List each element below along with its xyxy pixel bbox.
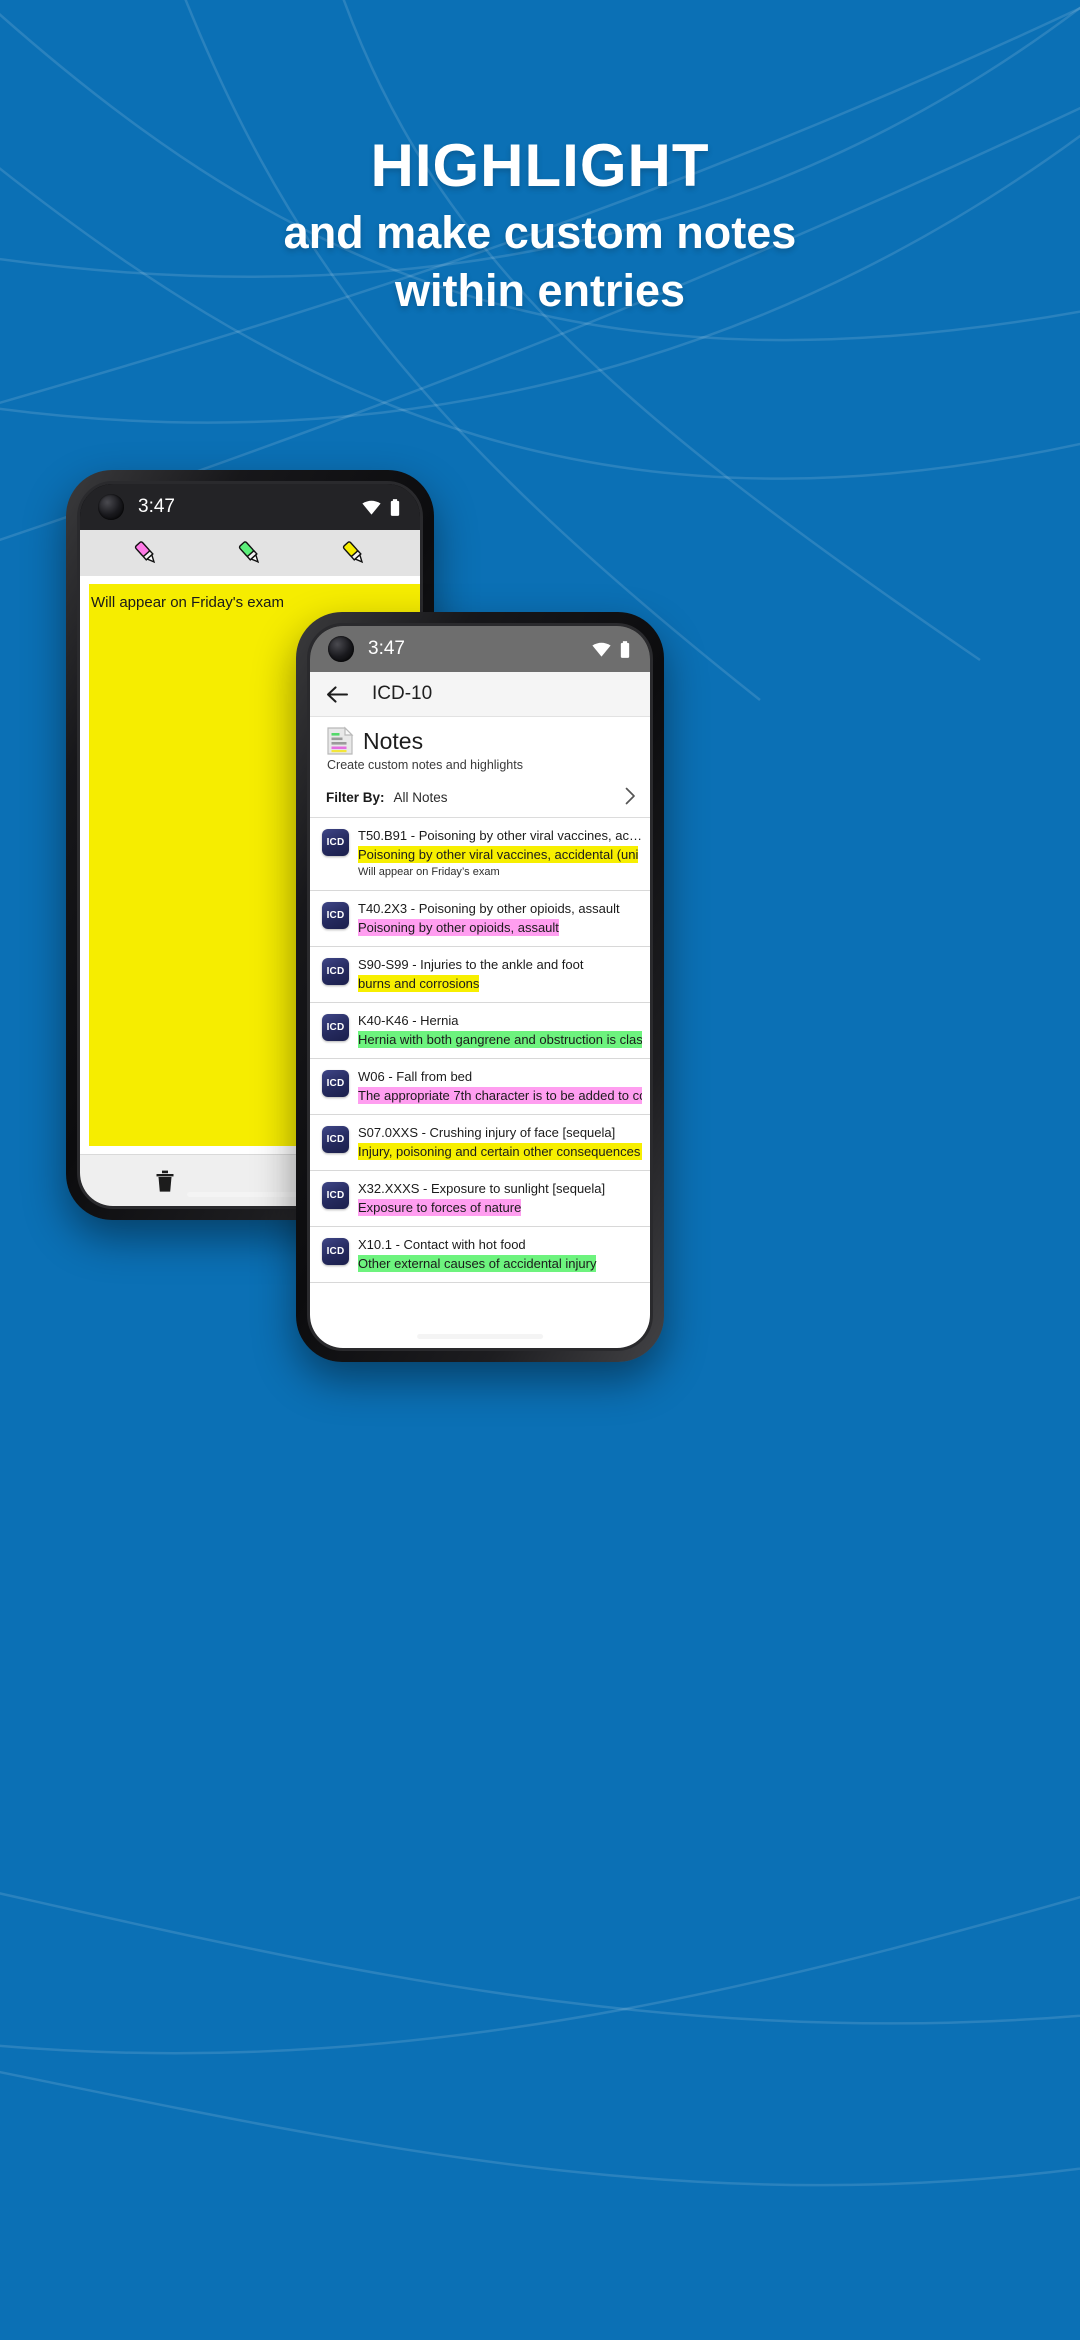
note-highlight-span: Poisoning by other opioids, assault (358, 919, 559, 936)
note-title: S07.0XXS - Crushing injury of face [sequ… (358, 1125, 616, 1140)
filter-label: Filter By: (326, 790, 385, 805)
note-list-item[interactable]: ICD X32.XXXS - Exposure to sunlight [sequ… (310, 1171, 650, 1227)
note-list-item[interactable]: ICD T50.B91 - Poisoning by other viral va… (310, 818, 650, 891)
battery-icon (390, 498, 400, 516)
note-highlight-span: Exposure to forces of nature (358, 1199, 522, 1216)
note-body: X32.XXXS - Exposure to sunlight [sequela… (358, 1180, 642, 1216)
phone-notes-list: 3:47 ICD-10 Notes Create custom notes an… (296, 612, 664, 1362)
highlighter-pink-icon[interactable] (131, 538, 161, 568)
status-bar-back: 3:47 (80, 484, 420, 530)
headline-line-1: HIGHLIGHT (370, 132, 710, 199)
note-highlight-span: Other external causes of accidental inju… (358, 1255, 597, 1272)
note-title: T50.B91 - Poisoning by other viral vacci… (358, 828, 642, 843)
note-highlight-span: Injury, poisoning and certain other cons… (358, 1143, 642, 1160)
note-highlight-text: Other external causes of accidental inju… (358, 1255, 642, 1272)
notes-list[interactable]: ICD T50.B91 - Poisoning by other viral va… (310, 818, 650, 1348)
nav-gesture-bar-front (417, 1334, 543, 1339)
note-highlight-span: burns and corrosions (358, 975, 480, 992)
note-highlight-span: Hernia with both gangrene and obstructio… (358, 1031, 642, 1048)
status-icons-back (362, 498, 400, 516)
note-title: X10.1 - Contact with hot food (358, 1237, 526, 1252)
note-list-item[interactable]: ICD K40-K46 - Hernia Hernia with both gang… (310, 1003, 650, 1059)
note-highlight-text: Poisoning by other viral vaccines, accid… (358, 846, 642, 863)
note-memo: Will appear on Friday’s exam (358, 866, 500, 878)
wifi-icon (362, 500, 381, 515)
note-body: K40-K46 - Hernia Hernia with both gangren… (358, 1012, 642, 1048)
note-body: W06 - Fall from bed The appropriate 7th c… (358, 1068, 642, 1104)
icd-badge-icon: ICD (322, 1126, 349, 1153)
status-clock-front: 3:47 (368, 638, 405, 659)
note-title: X32.XXXS - Exposure to sunlight [sequela… (358, 1181, 606, 1196)
note-list-item[interactable]: ICD T40.2X3 - Poisoning by other opioids,… (310, 891, 650, 947)
wifi-icon (592, 642, 611, 657)
front-camera-icon (328, 636, 354, 662)
note-body: X10.1 - Contact with hot food Other exter… (358, 1236, 642, 1272)
note-list-item[interactable]: ICD W06 - Fall from bed The appropriate 7t… (310, 1059, 650, 1115)
note-title: W06 - Fall from bed (358, 1069, 473, 1084)
phone-screen-front: 3:47 ICD-10 Notes Create custom notes an… (307, 623, 653, 1351)
notes-subtitle: Create custom notes and highlights (327, 758, 523, 772)
icd-badge-icon: ICD (322, 1182, 349, 1209)
headline-line-3: within entries (394, 265, 686, 316)
note-list-item[interactable]: ICD S90-S99 - Injuries to the ankle and f… (310, 947, 650, 1003)
nav-gesture-bar-back (187, 1192, 313, 1197)
note-highlight-text: Hernia with both gangrene and obstructio… (358, 1031, 642, 1048)
icd-badge-icon: ICD (322, 1238, 349, 1265)
filter-row[interactable]: Filter By: All Notes (310, 779, 650, 818)
note-highlight-text: Injury, poisoning and certain other cons… (358, 1143, 642, 1160)
note-body: S07.0XXS - Crushing injury of face [sequ… (358, 1124, 642, 1160)
battery-icon (620, 640, 630, 658)
back-arrow-icon[interactable] (324, 681, 350, 707)
icd-badge-icon: ICD (322, 958, 349, 985)
notes-title: Notes (363, 727, 424, 754)
note-body: S90-S99 - Injuries to the ankle and foot… (358, 956, 642, 992)
note-title: K40-K46 - Hernia (358, 1013, 459, 1028)
status-clock-back: 3:47 (138, 496, 175, 517)
headline-line-2: and make custom notes (283, 207, 797, 258)
trash-icon[interactable] (154, 1169, 176, 1193)
icd-badge-icon: ICD (322, 1014, 349, 1041)
icd-badge-icon: ICD (322, 902, 349, 929)
status-bar-front: 3:47 (310, 626, 650, 672)
note-title: S90-S99 - Injuries to the ankle and foot (358, 957, 584, 972)
app-bar: ICD-10 (310, 672, 650, 717)
note-body: T40.2X3 - Poisoning by other opioids, as… (358, 900, 642, 936)
note-highlight-span: Poisoning by other viral vaccines, accid… (358, 846, 639, 863)
highlighter-yellow-icon[interactable] (339, 538, 369, 568)
note-body: T50.B91 - Poisoning by other viral vacci… (358, 827, 642, 880)
note-highlight-text: Poisoning by other opioids, assault (358, 919, 642, 936)
highlighter-toolbar[interactable] (80, 530, 420, 576)
notes-document-icon (327, 726, 354, 755)
note-highlight-text: Exposure to forces of nature (358, 1199, 642, 1216)
note-list-item[interactable]: ICD X10.1 - Contact with hot food Other ex… (310, 1227, 650, 1283)
highlighter-green-icon[interactable] (235, 538, 265, 568)
front-camera-icon (98, 494, 124, 520)
note-highlight-text: The appropriate 7th character is to be a… (358, 1087, 642, 1104)
page-title: ICD-10 (372, 683, 433, 704)
chevron-right-icon[interactable] (625, 787, 636, 808)
highlight-note-text: Will appear on Friday's exam (91, 594, 284, 611)
filter-value: All Notes (393, 790, 448, 805)
notes-header: Notes Create custom notes and highlights (310, 717, 650, 779)
icd-badge-icon: ICD (322, 1070, 349, 1097)
note-list-item[interactable]: ICD S07.0XXS - Crushing injury of face [s… (310, 1115, 650, 1171)
note-highlight-span: The appropriate 7th character is to be a… (358, 1087, 642, 1104)
status-icons-front (592, 640, 630, 658)
note-highlight-text: burns and corrosions (358, 975, 642, 992)
promo-headline: HIGHLIGHT and make custom notes within e… (0, 128, 1080, 320)
icd-badge-icon: ICD (322, 829, 349, 856)
note-title: T40.2X3 - Poisoning by other opioids, as… (358, 901, 620, 916)
